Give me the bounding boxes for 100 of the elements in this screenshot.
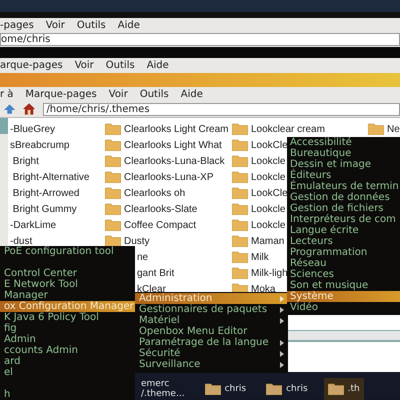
menu-item[interactable]: Outils	[76, 18, 106, 32]
folder-name[interactable]: -BlueGrey	[10, 122, 56, 136]
folder-name[interactable]: LookCle	[251, 186, 288, 200]
menu-item[interactable]: Voir	[46, 18, 65, 32]
folder-name[interactable]: Dusty	[124, 234, 150, 248]
icon-label: emerc	[141, 379, 170, 389]
icon-label: chris	[224, 384, 246, 394]
menu-entry[interactable]: Sciences	[287, 269, 400, 280]
desktop-icon[interactable]: .th	[324, 378, 364, 400]
menu-item[interactable]: Aide	[180, 87, 203, 101]
menu-item[interactable]: arque-pages	[0, 58, 63, 72]
address-field[interactable]: ome/chris	[0, 32, 400, 46]
folder-name[interactable]: -DarkLime	[10, 218, 56, 232]
menu-item[interactable]: Voir	[108, 87, 128, 101]
menu-entry[interactable]: ccounts Admin	[0, 345, 135, 356]
menu-item[interactable]: Outils	[106, 58, 135, 72]
up-arrow-icon[interactable]	[4, 104, 16, 114]
icon-label: chris	[286, 384, 308, 394]
menu-entry[interactable]: Vidéo	[287, 302, 400, 313]
folder-name[interactable]: sBreabcrump	[10, 138, 70, 152]
address-field[interactable]: /home/chris/.themes	[43, 102, 400, 116]
folder-name[interactable]: ne	[137, 250, 148, 264]
menu-entry[interactable]: Programmation	[287, 247, 400, 258]
menu-entry[interactable]: Bureautique	[287, 148, 400, 159]
menu-entry[interactable]: h	[0, 389, 135, 400]
folder-icon	[232, 171, 248, 183]
menu-entry[interactable]: ard	[0, 356, 135, 367]
folder-name[interactable]: Milk-ligh	[251, 266, 288, 280]
folder-icon	[232, 251, 248, 263]
menu-entry[interactable]: Gestion de données	[287, 192, 400, 203]
menu-item[interactable]: Aide	[118, 18, 140, 32]
folder-name[interactable]: Bright-Arrowed	[10, 186, 80, 200]
menu-entry[interactable]: Interpréteurs de com	[287, 214, 400, 225]
folder-icon	[266, 383, 282, 395]
menu-entry[interactable]: E Network Tool	[0, 279, 135, 290]
home-icon[interactable]	[23, 103, 36, 115]
folder-name[interactable]: LookCle	[251, 138, 288, 152]
folder-name[interactable]: Clearlooks-Luna-Black	[124, 154, 225, 168]
menu-item[interactable]: -pages	[0, 18, 34, 32]
folder-name[interactable]: Lookcle	[251, 218, 286, 232]
menu-entry[interactable]: Réseau	[287, 258, 400, 269]
menu-item[interactable]: Marque-pages	[25, 87, 97, 101]
menu-entry[interactable]: Accessibilité	[287, 137, 400, 148]
menu-entry[interactable]: Son et musique	[287, 280, 400, 291]
folder-icon	[232, 267, 248, 279]
menu-entry[interactable]: el	[0, 367, 135, 378]
folder-name[interactable]: Ne	[387, 122, 400, 136]
menu-entry[interactable]: Paramétrage de la langue	[135, 337, 288, 348]
folder-name[interactable]: Bright-Alternative	[10, 170, 90, 184]
desktop-icon[interactable]: chris	[200, 378, 250, 400]
folder-name[interactable]: Clearlooks-Luna-XP	[124, 170, 214, 184]
menu-entry[interactable]: Lecteurs	[287, 236, 400, 247]
menu-item[interactable]: Aide	[146, 58, 169, 72]
folder-name[interactable]: Clearlooks Light What	[124, 138, 222, 152]
menu-entry[interactable]: Gestion de fichiers	[287, 203, 400, 214]
folder-name[interactable]: Clearlooks-Slate	[124, 202, 198, 216]
folder-name[interactable]: Clearlooks Light Cream	[124, 122, 228, 136]
folder-name[interactable]: Maman	[251, 234, 284, 248]
folder-name[interactable]: Bright Gummy	[10, 202, 77, 216]
menu-entry[interactable]: Openbox Menu Editor	[135, 326, 288, 337]
folder-icon	[232, 139, 248, 151]
menu-entry[interactable]: Éditeurs	[287, 170, 400, 181]
folder-name[interactable]: Milk	[251, 250, 269, 264]
folder-icon	[232, 187, 248, 199]
menu-entry[interactable]: Langue écrite	[287, 225, 400, 236]
folder-icon	[232, 123, 248, 135]
desktop-icon[interactable]: emerc /.theme...	[137, 378, 189, 400]
folder-icon	[105, 139, 121, 151]
folder-icon	[368, 123, 384, 135]
folder-icon	[328, 383, 344, 395]
menu-item[interactable]: Voir	[74, 58, 94, 72]
menu-entry[interactable]: fig	[0, 323, 135, 334]
menu-entry[interactable]: Émulateurs de termin	[287, 181, 400, 192]
folder-name[interactable]: gant Brit	[137, 266, 174, 280]
menu-item[interactable]: r à	[0, 87, 14, 101]
menu-entry[interactable]: Control Center	[0, 268, 135, 279]
icon-label: .th	[348, 384, 360, 394]
folder-name[interactable]: Lookclear cream	[251, 122, 325, 136]
folder-name[interactable]: Lookcle	[251, 154, 286, 168]
folder-icon	[232, 155, 248, 167]
menu-entry[interactable]: Matériel	[135, 315, 288, 326]
menu-item[interactable]: Outils	[140, 87, 169, 101]
folder-icon	[105, 219, 121, 231]
menu-entry[interactable]: Gestionnaires de paquets	[135, 304, 288, 315]
desktop-icon[interactable]: chris	[262, 378, 312, 400]
folder-name[interactable]: Lookcle	[251, 202, 286, 216]
menu-entry[interactable]: Surveillance	[135, 359, 288, 370]
folder-icon	[232, 235, 248, 247]
menu-entry[interactable]: Manager	[0, 290, 135, 301]
menu-entry[interactable]: K Java 6 Policy Tool	[0, 312, 135, 323]
menu-entry[interactable]: PoE configuration tool	[0, 246, 135, 257]
menu-entry[interactable]: Dessin et image	[287, 159, 400, 170]
folder-name[interactable]: Lookcle	[251, 170, 286, 184]
folder-icon	[232, 203, 248, 215]
folder-name[interactable]: Bright	[10, 154, 39, 168]
menu-entry[interactable]: Admin	[0, 334, 135, 345]
folder-name[interactable]: Clearlooks oh	[124, 186, 186, 200]
sidebar-selection	[0, 118, 8, 134]
menu-entry[interactable]: Sécurité	[135, 348, 288, 359]
folder-name[interactable]: Coffee Compact	[124, 218, 196, 232]
